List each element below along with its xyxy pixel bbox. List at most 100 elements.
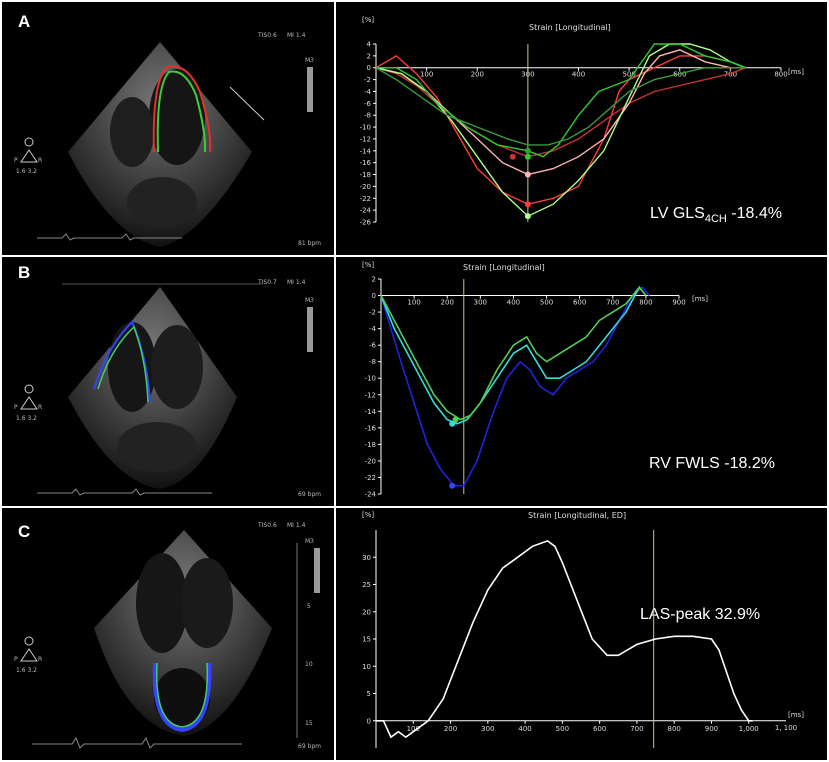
x-tick-label: 400 xyxy=(507,299,520,307)
peak-point xyxy=(524,201,531,208)
peak-point xyxy=(449,482,456,489)
peak-point xyxy=(509,153,516,160)
x-tick-label: 100 xyxy=(420,71,433,79)
probe-icon xyxy=(24,384,34,394)
x-tick-label: 400 xyxy=(518,725,531,733)
y-tick-label: -8 xyxy=(369,358,376,366)
series-line xyxy=(376,43,746,158)
echo-image-b xyxy=(20,283,313,496)
y-tick-label: 15 xyxy=(362,636,371,644)
echo-panel-a: A TIS0.6 MI 1.4 M3 81 bpm P R 1.6 3.2 xyxy=(2,2,334,255)
x-tick-label: 900 xyxy=(705,725,718,733)
cavity-shadow xyxy=(127,177,197,227)
peak-point xyxy=(524,153,531,160)
chart-panel-b: Strain [Longitudinal] [%] [ms] RV FWLS -… xyxy=(336,257,827,506)
strain-chart-c: 302520151050100 200 300 400 500 600 700 800 900 1… xyxy=(362,530,797,748)
ecg-trace xyxy=(37,488,212,496)
y-tick-label: 10 xyxy=(362,663,371,671)
x-tick-label: 700 xyxy=(606,299,619,307)
series-line xyxy=(380,285,647,425)
x-tick-label: 800 xyxy=(639,299,652,307)
y-tick-label: -4 xyxy=(364,88,372,96)
series-line xyxy=(375,67,746,158)
strain-chart-a: 4 2 0 -2 -4 -6 -8 -10 -12 -14 -16 -18 -20 -22 -24 -26 10… xyxy=(360,41,788,227)
peak-point xyxy=(524,147,531,154)
y-tick-label: -6 xyxy=(369,342,377,350)
y-tick-label: -26 xyxy=(360,219,372,227)
y-tick-label: -24 xyxy=(365,491,377,499)
peak-point xyxy=(524,171,531,178)
y-tick-label: 2 xyxy=(367,52,371,60)
x-tick-label: 800 xyxy=(774,71,787,79)
cavity-shadow xyxy=(110,97,154,167)
x-tick-label: 800 xyxy=(667,725,680,733)
x-tick-label: 700 xyxy=(630,725,643,733)
peak-point xyxy=(452,416,459,423)
y-tick-label: 5 xyxy=(367,690,371,698)
y-tick-label: -24 xyxy=(360,207,372,215)
x-tick-label: 200 xyxy=(441,299,454,307)
y-tick-label: -12 xyxy=(360,135,371,143)
x-tick-label: 600 xyxy=(593,725,606,733)
probe-orientation-icon xyxy=(20,149,38,163)
cavity-shadow xyxy=(151,325,203,409)
y-tick-label: -10 xyxy=(360,124,371,132)
x-tick-label: 100 xyxy=(407,299,420,307)
y-tick-label: 0 xyxy=(367,64,371,72)
y-tick-label: 0 xyxy=(367,717,371,725)
y-tick-label: -20 xyxy=(365,457,376,465)
y-tick-label: 30 xyxy=(362,554,371,562)
x-tick-label: 400 xyxy=(572,71,585,79)
y-tick-label: 20 xyxy=(362,608,371,616)
series-line xyxy=(375,66,746,146)
x-tick-label: 600 xyxy=(573,299,586,307)
x-tick-label: 200 xyxy=(471,71,484,79)
y-tick-label: -2 xyxy=(369,309,376,317)
y-tick-label: -14 xyxy=(360,147,372,155)
series-line xyxy=(376,540,753,739)
y-tick-label: -2 xyxy=(364,76,371,84)
depth-marker xyxy=(229,86,265,121)
y-tick-label: -18 xyxy=(360,171,371,179)
probe-orientation-icon xyxy=(20,396,38,410)
strain-chart-b: 2 0 -2 -4 -6 -8 -10 -12 -14 -16 -18 -20 -22 -24 100 200… xyxy=(365,276,686,499)
gray-scale-bar xyxy=(314,548,320,593)
echo-image-a xyxy=(20,42,313,247)
echo-panel-c: C TIS0.6 MI 1.4 M3 69 bpm 5 10 15 P R 1.… xyxy=(2,508,334,760)
x-tick-label: 900 xyxy=(672,299,685,307)
y-tick-label: -4 xyxy=(369,325,377,333)
y-tick-label: -12 xyxy=(365,391,376,399)
y-tick-label: 4 xyxy=(367,41,372,49)
ecg-trace xyxy=(32,736,242,749)
gray-scale-bar xyxy=(307,67,313,112)
chart-panel-a: Strain [Longitudinal] [%] [ms] LV GLS4CH… xyxy=(336,2,827,255)
probe-icon xyxy=(24,137,34,147)
y-tick-label: -16 xyxy=(360,159,372,167)
cavity-shadow xyxy=(117,422,197,472)
y-tick-label: -14 xyxy=(365,408,377,416)
y-tick-label: -22 xyxy=(365,474,376,482)
x-tick-label: 300 xyxy=(474,299,487,307)
chart-panel-c: Strain [Longitudinal, ED] [%] [ms] LAS-p… xyxy=(336,508,827,760)
x-tick-label: 500 xyxy=(540,299,553,307)
probe-icon xyxy=(24,636,34,646)
y-tick-label: -10 xyxy=(365,375,376,383)
x-tick-label: 500 xyxy=(556,725,569,733)
series-line xyxy=(380,286,650,487)
y-tick-label: -22 xyxy=(360,195,371,203)
x-tick-label: 300 xyxy=(481,725,494,733)
gray-scale-bar xyxy=(307,307,313,352)
y-tick-label: -18 xyxy=(365,441,376,449)
y-tick-label: -16 xyxy=(365,424,377,432)
probe-orientation-icon xyxy=(20,648,38,662)
cavity-shadow xyxy=(181,558,233,648)
y-tick-label: -20 xyxy=(360,183,371,191)
y-tick-label: -8 xyxy=(364,112,371,120)
y-tick-label: 0 xyxy=(372,292,376,300)
series-line xyxy=(375,49,746,176)
peak-point xyxy=(524,213,531,220)
echo-panel-b: B TIS0.7 MI 1.4 M3 69 bpm P R 1.6 3.2 xyxy=(2,257,334,506)
y-tick-label: 2 xyxy=(372,276,376,284)
echo-image-c xyxy=(20,530,320,749)
y-tick-label: 25 xyxy=(362,581,371,589)
